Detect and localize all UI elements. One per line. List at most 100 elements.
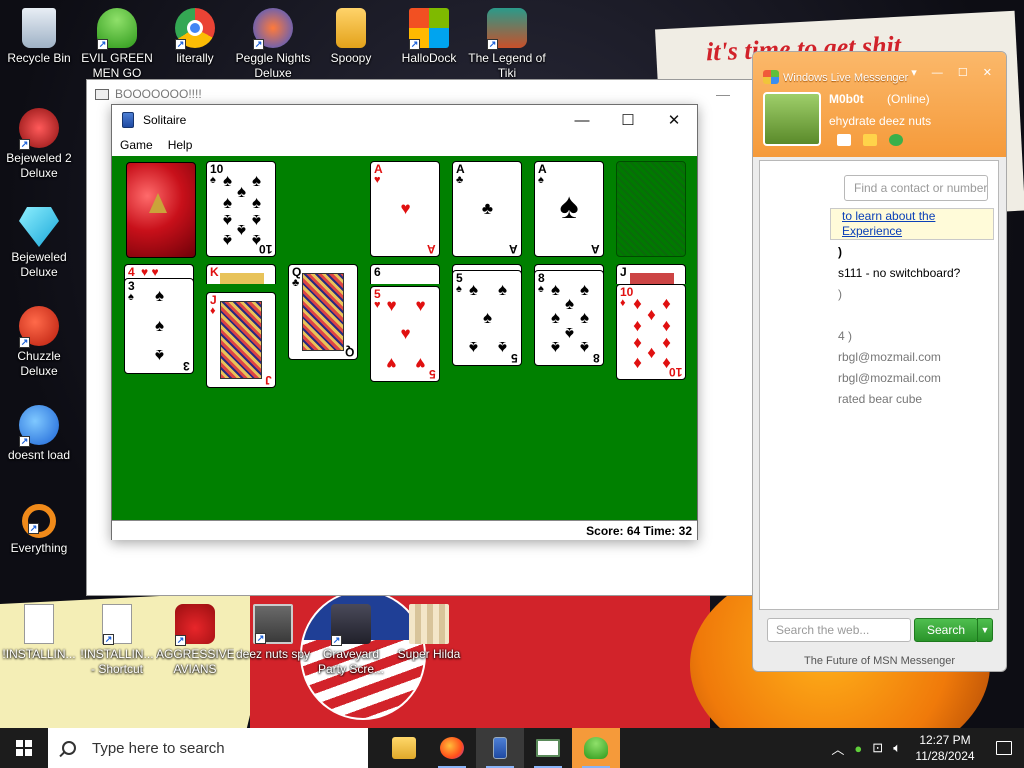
close-button[interactable]: ✕: [651, 106, 697, 134]
banner-link-1[interactable]: to learn about the: [831, 209, 993, 224]
desktop-icon-bejeweled[interactable]: Bejeweled Deluxe: [0, 207, 78, 280]
contact-item[interactable]: s111 - no switchboard?: [838, 266, 960, 280]
msn-tray-icon[interactable]: ●: [854, 741, 862, 756]
peggle-icon: ↗: [253, 8, 293, 50]
everything-search-icon: ↗: [22, 504, 56, 538]
stock-pile[interactable]: [126, 162, 196, 258]
taskbar-clock[interactable]: 12:27 PM 11/28/2024: [906, 732, 984, 764]
desktop-icon-installing-shortcut[interactable]: ↗ !INSTALLIN... - Shortcut: [78, 604, 156, 677]
find-contact-input[interactable]: Find a contact or number: [844, 175, 988, 201]
solitaire-window[interactable]: Solitaire — ☐ ✕ Game Help 10 ♠ ♠ ♠ ♠ ♠ ♠ ♠…: [111, 104, 698, 540]
msn-messenger-window[interactable]: Windows Live Messenger ▾ — ☐ ✕ M0b0t (On…: [752, 51, 1007, 672]
tableau-7-stub[interactable]: J: [616, 264, 686, 284]
search-icon: [62, 741, 76, 755]
contact-group-2[interactable]: ): [838, 287, 842, 301]
desktop-icon-recycle-bin[interactable]: Recycle Bin: [0, 8, 78, 66]
desktop-icon-chuzzle[interactable]: ↗ Chuzzle Deluxe: [0, 306, 78, 379]
desktop-icon-super-hilda[interactable]: Super Hilda: [390, 604, 468, 662]
contact-item[interactable]: rbgl@mozmail.com: [838, 350, 941, 364]
window-icon: [536, 739, 560, 757]
start-button[interactable]: [0, 728, 48, 768]
tableau-2-top[interactable]: J ♦ J: [206, 292, 276, 388]
contact-group-3[interactable]: 4 ): [838, 329, 852, 343]
desktop-icon-installing-1[interactable]: !INSTALLIN...: [0, 604, 78, 662]
tableau-1-top[interactable]: 3 ♠ ♠ ♠ ♠ 3: [124, 278, 194, 374]
firefox-icon: [440, 737, 464, 759]
recycle-bin-icon: [22, 8, 56, 48]
tableau-4-stub[interactable]: 6: [370, 264, 440, 284]
foundation-hearts[interactable]: A ♥ ♥ A: [370, 161, 440, 257]
tableau-3-top[interactable]: Q ♣ Q: [288, 264, 358, 360]
thunderbird-icon: ↗: [19, 405, 59, 447]
contact-item[interactable]: rbgl@mozmail.com: [838, 371, 941, 385]
menu-game[interactable]: Game: [120, 138, 153, 152]
network-icon[interactable]: ⊡: [872, 740, 883, 756]
msn-avatar[interactable]: [763, 92, 821, 146]
taskbar-firefox[interactable]: [428, 728, 476, 768]
foundation-clubs[interactable]: A ♣ ♣ A: [452, 161, 522, 257]
desktop-icon-legend-of-tiki[interactable]: ↗ The Legend of Tiki: [468, 8, 546, 81]
taskbar-search-placeholder: Type here to search: [92, 739, 225, 757]
web-search-input[interactable]: Search the web...: [767, 618, 911, 642]
windows-logo-icon: ↗: [409, 8, 449, 50]
clock-date: 11/28/2024: [915, 749, 975, 763]
menu-help[interactable]: Help: [168, 138, 193, 152]
volume-icon[interactable]: 🔈︎: [893, 740, 901, 756]
window-app-icon: [95, 88, 109, 100]
desktop-icon-literally[interactable]: ↗ literally: [156, 8, 234, 66]
contact-group-1[interactable]: ): [838, 245, 842, 259]
solitaire-title: Solitaire: [143, 113, 187, 127]
queen-art: [302, 273, 344, 351]
clock-time: 12:27 PM: [919, 733, 971, 747]
minimize-button[interactable]: —: [559, 106, 605, 134]
tableau-7-top[interactable]: 10 ♦ ♦ ♦ ♦ ♦ ♦ ♦ ♦ ♦ ♦ ♦ 10: [616, 284, 686, 380]
system-tray: ︿ ● ⊡ 🔈︎ 12:27 PM 11/28/2024: [826, 728, 1024, 768]
desktop-icon-everything[interactable]: ↗ Everything: [0, 504, 78, 556]
desktop-icon-hallodock[interactable]: ↗ HalloDock: [390, 8, 468, 66]
msn-status[interactable]: (Online): [887, 92, 930, 106]
boo-minimize-button[interactable]: —: [700, 80, 746, 108]
desktop-icon-deez-nuts-spy[interactable]: ↗ deez nuts spy: [234, 604, 312, 662]
search-dropdown-icon[interactable]: ▼: [977, 618, 993, 642]
msn-messenger-icon: [584, 737, 608, 759]
taskbar-window[interactable]: [524, 728, 572, 768]
tableau-4-top[interactable]: 5 ♥ ♥ ♥ ♥ ♥ ♥ 5: [370, 286, 440, 382]
taskbar-solitaire[interactable]: [476, 728, 524, 768]
mail-icon[interactable]: [837, 134, 851, 146]
spaces-icon[interactable]: [863, 134, 877, 146]
bejeweled-2-icon: ↗: [19, 108, 59, 150]
desktop-icon-bejeweled-2[interactable]: ↗ Bejeweled 2 Deluxe: [0, 108, 78, 181]
notification-center-button[interactable]: [984, 741, 1024, 755]
angry-bird-icon: ↗: [175, 604, 215, 646]
desktop-icon-graveyard-party[interactable]: ↗ Graveyard Party Scre...: [312, 604, 390, 677]
taskbar-search-box[interactable]: Type here to search: [48, 728, 368, 768]
waste-card[interactable]: 10 ♠ ♠ ♠ ♠ ♠ ♠ ♠ ♠ ♠ ♠ ♠ 10: [206, 161, 276, 257]
msn-window-controls[interactable]: ▾ — ☐ ✕: [911, 66, 998, 79]
tableau-2-stub[interactable]: K: [206, 264, 276, 284]
tray-chevron-icon[interactable]: ︿: [831, 739, 844, 758]
msn-buddies-icon: ↗: [97, 8, 137, 50]
contact-item[interactable]: rated bear cube: [838, 392, 922, 406]
msn-personal-message[interactable]: ehydrate deez nuts: [829, 114, 931, 128]
taskbar-file-explorer[interactable]: [380, 728, 428, 768]
taskbar-msn-messenger[interactable]: [572, 728, 620, 768]
foundation-spades[interactable]: A ♠ ♠ A: [534, 161, 604, 257]
tableau-6-top[interactable]: 8 ♠ ♠ ♠ ♠ ♠ ♠ ♠ ♠ ♠ 8: [534, 270, 604, 366]
desktop-icon-doesnt-load[interactable]: ↗ doesnt load: [0, 405, 78, 463]
maximize-button[interactable]: ☐: [605, 106, 651, 134]
news-icon[interactable]: [889, 134, 903, 146]
msn-info-banner: to learn about the Experience: [830, 208, 994, 240]
desktop-icon-peggle-nights[interactable]: ↗ Peggle Nights Deluxe: [234, 8, 312, 81]
chuzzle-icon: ↗: [19, 306, 59, 348]
foundation-empty-slot[interactable]: [616, 161, 686, 257]
msn-butterfly-icon: [763, 70, 779, 84]
desktop-icon-evil-green-men[interactable]: ↗ EVIL GREEN MEN GO: [78, 8, 156, 81]
web-search-button[interactable]: Search: [914, 618, 978, 642]
solitaire-icon: [493, 737, 507, 759]
desktop-icon-spoopy[interactable]: Spoopy: [312, 8, 390, 66]
desktop-icon-aggressive-avians[interactable]: ↗ AGGRESSIVE AVIANS: [156, 604, 234, 677]
tableau-5-top[interactable]: 5 ♠ ♠ ♠ ♠ ♠ ♠ 5: [452, 270, 522, 366]
solitaire-titlebar[interactable]: Solitaire — ☐ ✕: [112, 105, 697, 135]
msn-username[interactable]: M0b0t: [829, 92, 864, 106]
banner-link-2[interactable]: Experience: [831, 224, 993, 239]
